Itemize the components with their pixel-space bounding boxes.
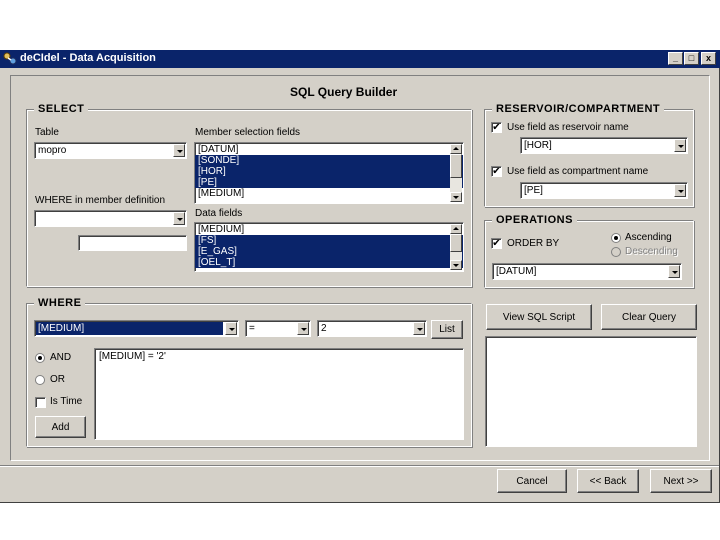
list-item[interactable]: [PE] bbox=[195, 177, 463, 188]
value-dropdown[interactable]: 2 bbox=[317, 320, 427, 337]
chevron-down-icon[interactable] bbox=[297, 322, 309, 335]
title-bar[interactable]: deCIdel - Data Acquisition _ □ x bbox=[0, 50, 720, 68]
operator-value: = bbox=[249, 323, 255, 334]
reservoir-dropdown[interactable]: [HOR] bbox=[520, 137, 688, 154]
ascending-label: Ascending bbox=[625, 232, 672, 243]
add-button[interactable]: Add bbox=[35, 416, 86, 438]
descending-radio bbox=[611, 247, 621, 257]
chevron-down-icon[interactable] bbox=[413, 322, 425, 335]
list-item[interactable]: [MEDIUM] bbox=[195, 224, 463, 235]
and-label: AND bbox=[50, 352, 72, 363]
next-button[interactable]: Next >> bbox=[650, 469, 712, 493]
where-member-label: WHERE in member definition bbox=[35, 195, 166, 206]
data-fields-list[interactable]: [MEDIUM] [FS] [E_GAS] [OEL_T] bbox=[194, 222, 464, 272]
chevron-down-icon[interactable] bbox=[674, 184, 686, 197]
list-item[interactable]: [DATUM] bbox=[195, 144, 463, 155]
compartment-dropdown[interactable]: [PE] bbox=[520, 182, 688, 199]
chevron-down-icon[interactable] bbox=[225, 322, 237, 335]
app-icon bbox=[3, 52, 17, 65]
list-item[interactable]: [SONDE] bbox=[195, 155, 463, 166]
scroll-down-icon[interactable] bbox=[450, 260, 462, 270]
where-clause-textarea[interactable]: [MEDIUM] = '2' bbox=[94, 348, 464, 440]
compartment-checkbox[interactable]: ✔ bbox=[491, 166, 502, 177]
main-window: deCIdel - Data Acquisition _ □ x SQL Que… bbox=[0, 50, 720, 503]
order-field-dropdown[interactable]: [DATUM] bbox=[492, 263, 682, 280]
order-by-checkbox[interactable]: ✔ bbox=[491, 238, 502, 249]
data-fields-label: Data fields bbox=[195, 208, 243, 219]
where-legend: WHERE bbox=[34, 297, 86, 309]
is-time-label: Is Time bbox=[50, 396, 83, 407]
value-value: 2 bbox=[321, 323, 327, 334]
table-label: Table bbox=[35, 127, 59, 138]
chevron-down-icon[interactable] bbox=[173, 144, 185, 157]
table-dropdown[interactable]: mopro bbox=[34, 142, 187, 159]
reservoir-checkbox-label: Use field as reservoir name bbox=[507, 122, 629, 133]
where-field-value: [MEDIUM] bbox=[36, 322, 223, 335]
operator-dropdown[interactable]: = bbox=[245, 320, 311, 337]
scrollbar[interactable] bbox=[450, 224, 462, 270]
ascending-radio[interactable] bbox=[611, 233, 621, 243]
scroll-up-icon[interactable] bbox=[450, 224, 462, 234]
is-time-checkbox[interactable] bbox=[35, 397, 46, 408]
member-fields-label: Member selection fields bbox=[195, 127, 301, 138]
compartment-value: [PE] bbox=[524, 185, 543, 196]
list-button[interactable]: List bbox=[431, 320, 463, 339]
page-title: SQL Query Builder bbox=[290, 85, 398, 99]
where-clause-text: [MEDIUM] = '2' bbox=[99, 351, 166, 362]
descending-label: Descending bbox=[625, 246, 678, 257]
list-item[interactable]: [HOR] bbox=[195, 166, 463, 177]
maximize-button[interactable]: □ bbox=[684, 52, 699, 65]
list-item[interactable]: [OEL_T] bbox=[195, 257, 463, 268]
reservoir-value: [HOR] bbox=[524, 140, 552, 151]
minimize-button[interactable]: _ bbox=[668, 52, 683, 65]
view-sql-button[interactable]: View SQL Script bbox=[486, 304, 592, 330]
table-value: mopro bbox=[38, 145, 67, 156]
scroll-up-icon[interactable] bbox=[450, 144, 462, 154]
scroll-thumb[interactable] bbox=[450, 154, 462, 178]
divider bbox=[0, 465, 719, 467]
operations-legend: OPERATIONS bbox=[492, 214, 577, 226]
clear-query-button[interactable]: Clear Query bbox=[601, 304, 697, 330]
or-radio[interactable] bbox=[35, 375, 45, 385]
list-item[interactable]: [E_GAS] bbox=[195, 246, 463, 257]
sql-output-box[interactable] bbox=[485, 336, 697, 447]
and-radio[interactable] bbox=[35, 353, 45, 363]
select-legend: SELECT bbox=[34, 103, 89, 115]
chevron-down-icon[interactable] bbox=[668, 265, 680, 278]
close-button[interactable]: x bbox=[701, 52, 716, 65]
chevron-down-icon[interactable] bbox=[173, 212, 185, 225]
chevron-down-icon[interactable] bbox=[674, 139, 686, 152]
back-button[interactable]: << Back bbox=[577, 469, 639, 493]
where-field-dropdown[interactable]: [MEDIUM] bbox=[34, 320, 239, 337]
order-by-label: ORDER BY bbox=[507, 238, 560, 249]
compartment-checkbox-label: Use field as compartment name bbox=[507, 166, 649, 177]
scrollbar[interactable] bbox=[450, 144, 462, 202]
reservoir-legend: RESERVOIR/COMPARTMENT bbox=[492, 103, 665, 115]
or-label: OR bbox=[50, 374, 65, 385]
list-item[interactable]: [FS] bbox=[195, 235, 463, 246]
reservoir-checkbox[interactable]: ✔ bbox=[491, 122, 502, 133]
cancel-button[interactable]: Cancel bbox=[497, 469, 567, 493]
list-item[interactable]: [MEDIUM] bbox=[195, 188, 463, 199]
where-member-dropdown[interactable] bbox=[34, 210, 187, 227]
window-title: deCIdel - Data Acquisition bbox=[20, 52, 156, 64]
scroll-thumb[interactable] bbox=[450, 234, 462, 252]
member-value-input[interactable] bbox=[78, 235, 187, 251]
scroll-down-icon[interactable] bbox=[450, 192, 462, 202]
order-field-value: [DATUM] bbox=[496, 266, 537, 277]
member-fields-list[interactable]: [DATUM] [SONDE] [HOR] [PE] [MEDIUM] bbox=[194, 142, 464, 204]
